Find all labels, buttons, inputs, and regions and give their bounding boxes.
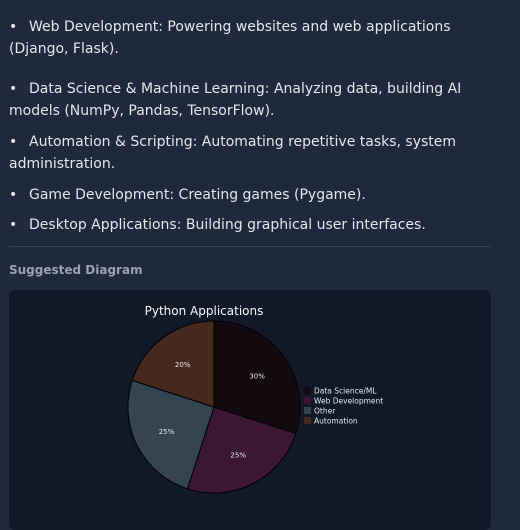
legend-swatch [304, 397, 311, 404]
list-item: • Desktop Applications: Building graphica… [9, 214, 499, 236]
list-item-text: Automation & Scripting: Automating repet… [9, 134, 457, 172]
legend-swatch [304, 417, 311, 424]
divider [9, 246, 491, 247]
bullet: • [9, 187, 18, 203]
legend-label: Automation [314, 417, 358, 426]
list-item: • Automation & Scripting: Automating repe… [9, 131, 499, 175]
bullet: • [9, 81, 18, 97]
bullet: • [9, 134, 18, 150]
list-item-text: Game Development: Creating games (Pygame… [29, 187, 366, 203]
legend-swatch [304, 387, 311, 394]
legend-swatch [304, 407, 311, 414]
list-item: • Data Science & Machine Learning: Analyz… [9, 78, 499, 122]
bullet: • [9, 19, 18, 35]
list-item-text: Desktop Applications: Building graphical… [29, 217, 426, 233]
list-item: • Game Development: Creating games (Pygam… [9, 184, 499, 206]
pie-slice-label: 25% [230, 452, 246, 460]
list-item-text: Data Science & Machine Learning: Analyzi… [9, 81, 462, 119]
diagram-panel: Python Applications 30% 25% 25% 20% Data Sci… [9, 290, 491, 530]
legend-label: Data Science/ML [314, 387, 377, 396]
legend-label: Other [314, 407, 336, 416]
pie-chart: 30% 25% 25% 20% Data Science/MLWeb Developme… [127, 320, 383, 494]
section-label: Suggested Diagram [9, 263, 143, 277]
bullet: • [9, 217, 18, 233]
list-item: • Web Development: Powering websites and … [9, 16, 499, 60]
list-item-text: Web Development: Powering websites and w… [9, 19, 451, 57]
pie-slice-label: 30% [249, 373, 265, 381]
pie-slice-label: 20% [175, 361, 191, 369]
pie-slice-label: 25% [159, 428, 175, 436]
legend-label: Web Development [314, 397, 383, 406]
